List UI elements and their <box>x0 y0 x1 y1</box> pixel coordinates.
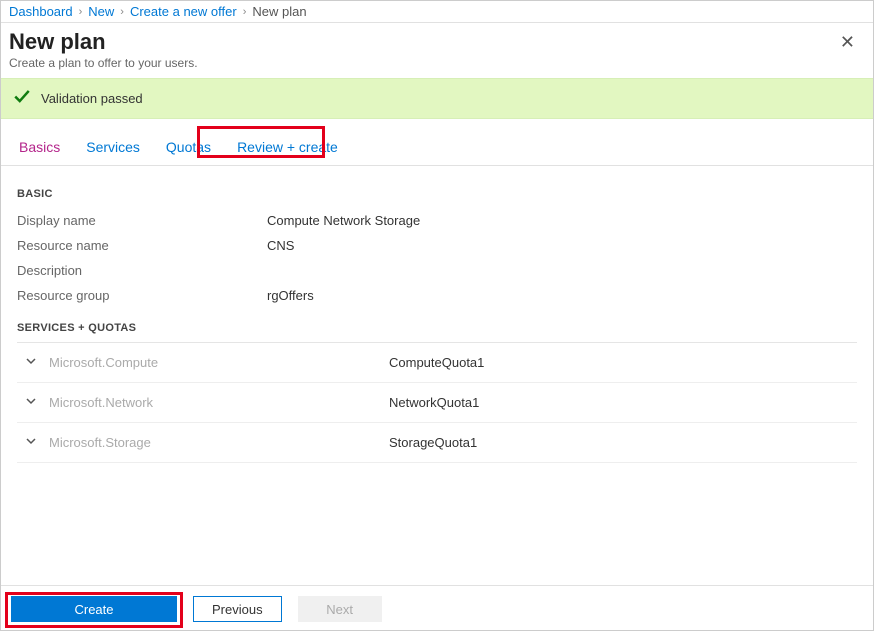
next-button: Next <box>298 596 382 622</box>
description-label: Description <box>17 263 267 278</box>
page-header: New plan Create a plan to offer to your … <box>1 23 873 78</box>
page-subtitle: Create a plan to offer to your users. <box>9 56 198 70</box>
chevron-down-icon <box>17 435 49 450</box>
tab-review-create-label: Review + create <box>237 139 338 155</box>
breadcrumb-link-create-offer[interactable]: Create a new offer <box>130 4 237 19</box>
page-title: New plan <box>9 29 198 55</box>
create-button[interactable]: Create <box>11 596 177 622</box>
service-row-network[interactable]: Microsoft.Network NetworkQuota1 <box>17 383 857 423</box>
checkmark-icon <box>13 87 31 110</box>
resource-name-value: CNS <box>267 238 294 253</box>
display-name-label: Display name <box>17 213 267 228</box>
chevron-down-icon <box>17 395 49 410</box>
service-row-compute[interactable]: Microsoft.Compute ComputeQuota1 <box>17 343 857 383</box>
tabs: Basics Services Quotas Review + create <box>1 119 873 166</box>
row-resource-name: Resource name CNS <box>17 233 857 258</box>
breadcrumb-current: New plan <box>252 4 306 19</box>
close-icon: ✕ <box>840 32 855 52</box>
service-row-storage[interactable]: Microsoft.Storage StorageQuota1 <box>17 423 857 463</box>
row-resource-group: Resource group rgOffers <box>17 283 857 308</box>
display-name-value: Compute Network Storage <box>267 213 420 228</box>
breadcrumb-link-new[interactable]: New <box>88 4 114 19</box>
service-name: Microsoft.Storage <box>49 435 389 450</box>
chevron-down-icon <box>17 355 49 370</box>
service-quota: ComputeQuota1 <box>389 355 484 370</box>
tab-review-create[interactable]: Review + create <box>235 133 340 165</box>
service-name: Microsoft.Compute <box>49 355 389 370</box>
review-content: BASIC Display name Compute Network Stora… <box>1 166 873 586</box>
breadcrumb-link-dashboard[interactable]: Dashboard <box>9 4 73 19</box>
validation-banner: Validation passed <box>1 78 873 119</box>
close-button[interactable]: ✕ <box>834 29 861 55</box>
service-quota: NetworkQuota1 <box>389 395 479 410</box>
validation-text: Validation passed <box>41 91 143 106</box>
chevron-right-icon: › <box>79 6 83 18</box>
footer-actions: Create Previous Next <box>1 585 873 630</box>
breadcrumb: Dashboard › New › Create a new offer › N… <box>1 1 873 23</box>
section-services-title: SERVICES + QUOTAS <box>17 322 857 334</box>
section-basic-title: BASIC <box>17 188 857 200</box>
service-quota: StorageQuota1 <box>389 435 477 450</box>
resource-group-label: Resource group <box>17 288 267 303</box>
service-name: Microsoft.Network <box>49 395 389 410</box>
tab-basics[interactable]: Basics <box>17 133 62 165</box>
chevron-right-icon: › <box>120 6 124 18</box>
tab-quotas[interactable]: Quotas <box>164 133 213 165</box>
resource-name-label: Resource name <box>17 238 267 253</box>
resource-group-value: rgOffers <box>267 288 314 303</box>
previous-button[interactable]: Previous <box>193 596 282 622</box>
tab-services[interactable]: Services <box>84 133 142 165</box>
chevron-right-icon: › <box>243 6 247 18</box>
row-description: Description <box>17 258 857 283</box>
row-display-name: Display name Compute Network Storage <box>17 208 857 233</box>
